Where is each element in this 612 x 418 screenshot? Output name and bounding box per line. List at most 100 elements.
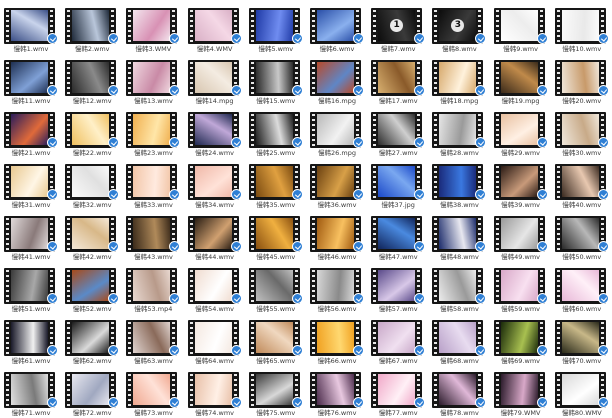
file-name-label: 慢韩27.wmv [378,149,418,157]
file-item[interactable]: 慢韩78.wmv [430,366,488,417]
file-item[interactable]: 慢韩23.wmv [124,106,182,157]
file-item[interactable]: 慢韩57.wmv [369,262,427,313]
file-item[interactable]: 慢韩44.wmv [186,210,244,261]
thumbnail-frame [439,270,477,301]
file-item[interactable]: 慢韩19.mpg [492,54,550,105]
file-item[interactable]: 慢韩80.WMV [553,366,611,417]
file-item[interactable]: 慢韩65.wmv [247,314,305,365]
file-item[interactable]: 慢韩38.wmv [430,158,488,209]
file-item[interactable]: 慢韩55.wmv [247,262,305,313]
file-item[interactable]: 慢韩16.mpg [308,54,366,105]
file-item[interactable]: 慢韩34.wmv [186,158,244,209]
file-item[interactable]: 慢韩17.wmv [369,54,427,105]
file-item[interactable]: 慢韩72.wmv [63,366,121,417]
file-item[interactable]: 慢韩45.wmv [247,210,305,261]
sync-check-icon [536,293,548,304]
file-name-label: 慢韩18.mpg [440,97,479,105]
file-item[interactable]: 慢韩47.wmv [369,210,427,261]
file-item[interactable]: 慢韩53.mp4 [124,262,182,313]
file-item[interactable]: 慢韩39.wmv [492,158,550,209]
file-item[interactable]: 1 慢韩7.wmv [369,2,427,53]
file-item[interactable]: 慢韩35.wmv [247,158,305,209]
file-item[interactable]: 慢韩25.wmv [247,106,305,157]
film-perforation [67,62,71,94]
file-item[interactable]: 慢韩9.wmv [492,2,550,53]
file-item[interactable]: 慢韩71.wmv [2,366,60,417]
file-item[interactable]: 慢韩61.wmv [2,314,60,365]
file-item[interactable]: 慢韩42.wmv [63,210,121,261]
file-item[interactable]: 慢韩37.jpg [369,158,427,209]
file-item[interactable]: 慢韩28.wmv [430,106,488,157]
file-item[interactable]: 慢韩75.wmv [247,366,305,417]
file-item[interactable]: 慢韩56.wmv [308,262,366,313]
file-item[interactable]: 慢韩52.wmv [63,262,121,313]
file-item[interactable]: 慢韩66.wmv [308,314,366,365]
file-item[interactable]: 慢韩15.wmv [247,54,305,105]
file-item[interactable]: 慢韩46.wmv [308,210,366,261]
file-item[interactable]: 慢韩59.wmv [492,262,550,313]
thumbnail-frame [72,218,110,249]
file-item[interactable]: 慢韩41.wmv [2,210,60,261]
file-item[interactable]: 慢韩73.wmv [124,366,182,417]
file-item[interactable]: 慢韩12.wmv [63,54,121,105]
file-item[interactable]: 慢韩27.wmv [369,106,427,157]
thumbnail-frame [72,166,110,197]
sync-check-icon [597,85,609,96]
file-item[interactable]: 慢韩33.wmv [124,158,182,209]
file-item[interactable]: 慢韩69.wmv [492,314,550,365]
file-item[interactable]: 慢韩32.wmv [63,158,121,209]
file-name-label: 慢韩11.wmv [11,97,51,105]
thumbnail-frame [500,114,538,145]
file-item[interactable]: 慢韩63.wmv [124,314,182,365]
sync-check-icon [169,137,181,148]
file-item[interactable]: 慢韩51.wmv [2,262,60,313]
file-item[interactable]: 慢韩60.wmv [553,262,611,313]
file-item[interactable]: 慢韩11.wmv [2,54,60,105]
file-item[interactable]: 慢韩22.wmv [63,106,121,157]
film-perforation [189,166,193,198]
file-item[interactable]: 慢韩18.mpg [430,54,488,105]
file-item[interactable]: 慢韩24.wmv [186,106,244,157]
file-item[interactable]: 慢韩20.wmv [553,54,611,105]
file-name-label: 慢韩69.wmv [501,357,541,365]
file-item[interactable]: 慢韩36.wmv [308,158,366,209]
file-item[interactable]: 慢韩1.wmv [2,2,60,53]
file-item[interactable]: 慢韩62.wmv [63,314,121,365]
file-item[interactable]: 慢韩6.wmv [308,2,366,53]
thumbnail-frame [194,114,232,145]
file-item[interactable]: 慢韩48.wmv [430,210,488,261]
file-item[interactable]: 慢韩4.WMV [186,2,244,53]
file-item[interactable]: 慢韩43.wmv [124,210,182,261]
file-item[interactable]: 慢韩3.WMV [124,2,182,53]
file-item[interactable]: 慢韩49.wmv [492,210,550,261]
file-name-label: 慢韩78.wmv [439,409,479,417]
file-item[interactable]: 慢韩54.wmv [186,262,244,313]
file-item[interactable]: 慢韩5.wmv [247,2,305,53]
file-item[interactable]: 慢韩77.wmv [369,366,427,417]
sync-check-icon [597,397,609,408]
file-item[interactable]: 慢韩21.wmv [2,106,60,157]
file-item[interactable]: 慢韩58.wmv [430,262,488,313]
file-item[interactable]: 慢韩29.wmv [492,106,550,157]
file-item[interactable]: 慢韩40.wmv [553,158,611,209]
film-perforation [434,322,438,354]
file-item[interactable]: 慢韩70.wmv [553,314,611,365]
file-item[interactable]: 慢韩31.wmv [2,158,60,209]
file-item[interactable]: 慢韩30.wmv [553,106,611,157]
file-item[interactable]: 慢韩50.wmv [553,210,611,261]
sync-check-icon [291,345,303,356]
thumbnail-frame [255,322,293,353]
file-item[interactable]: 慢韩10.wmv [553,2,611,53]
file-item[interactable]: 慢韩13.wmv [124,54,182,105]
file-item[interactable]: 3 慢韩8.wmv [430,2,488,53]
file-item[interactable]: 慢韩26.mpg [308,106,366,157]
file-name-label: 慢韩17.wmv [378,97,418,105]
file-item[interactable]: 慢韩76.wmv [308,366,366,417]
file-item[interactable]: 慢韩79.WMV [492,366,550,417]
file-item[interactable]: 慢韩67.wmv [369,314,427,365]
file-item[interactable]: 慢韩14.mpg [186,54,244,105]
file-item[interactable]: 慢韩2.wmv [63,2,121,53]
file-item[interactable]: 慢韩74.wmv [186,366,244,417]
file-item[interactable]: 慢韩64.wmv [186,314,244,365]
file-item[interactable]: 慢韩68.wmv [430,314,488,365]
